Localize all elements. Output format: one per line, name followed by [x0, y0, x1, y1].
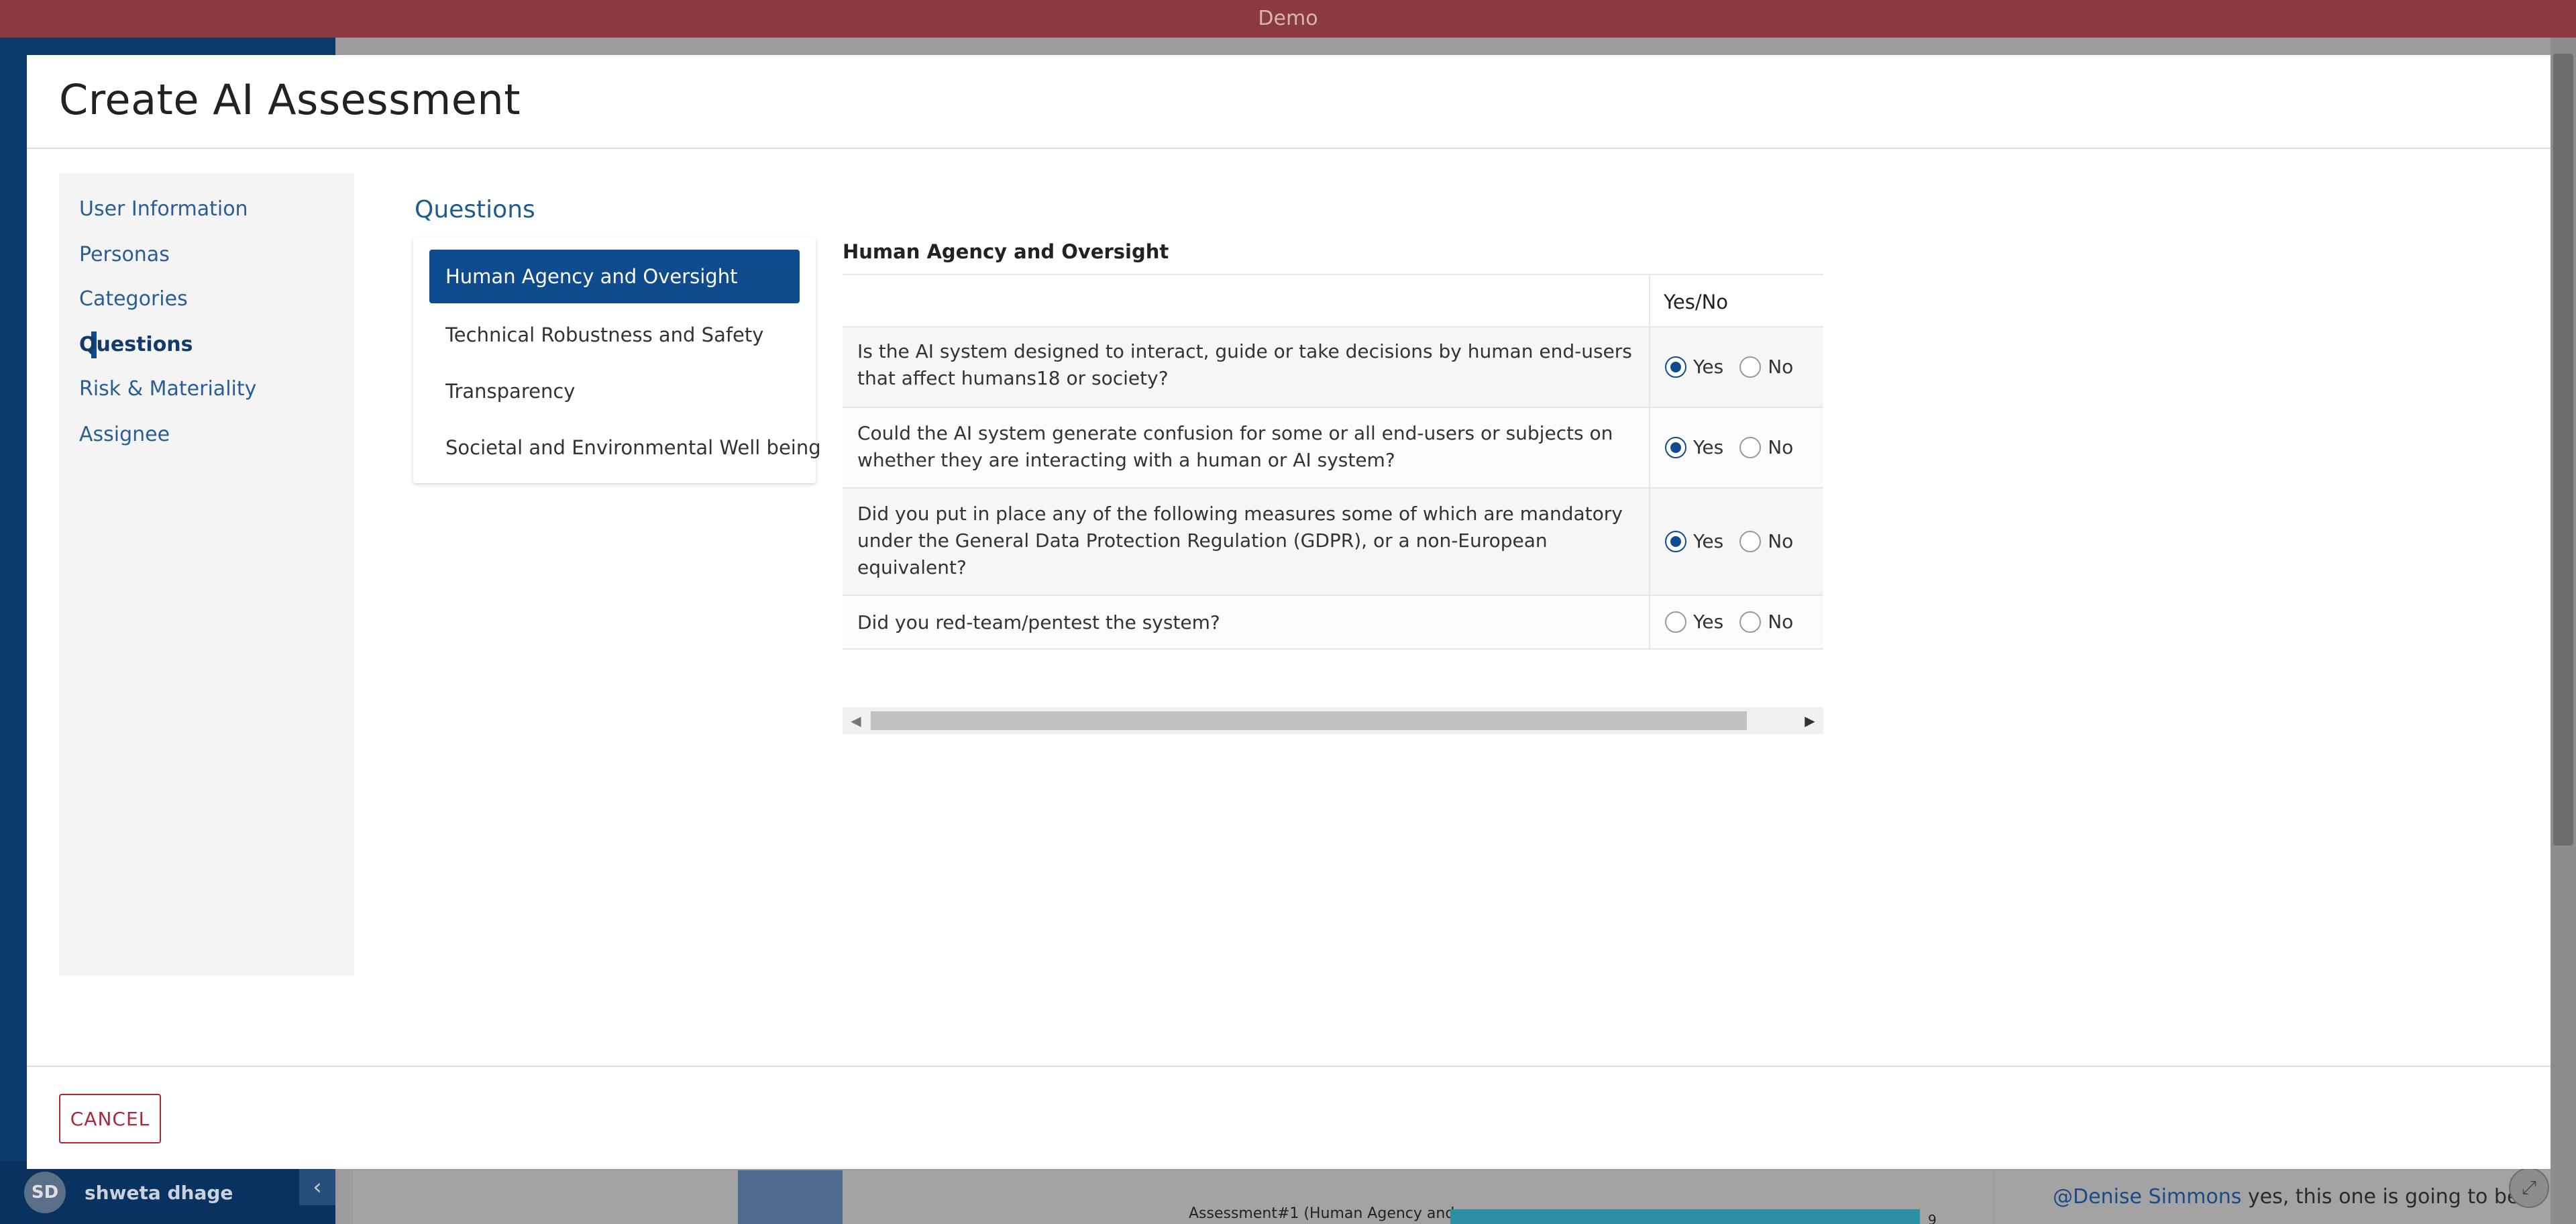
scroll-right-icon[interactable]: ▶	[1796, 707, 1823, 734]
step-categories[interactable]: Categories	[79, 287, 188, 311]
section-title: Questions	[415, 196, 535, 223]
radio-yes-label[interactable]: Yes	[1693, 611, 1723, 633]
background-comment: @Denise Simmons yes, this one is going t…	[1995, 1170, 2576, 1224]
question-text: Did you put in place any of the followin…	[857, 503, 1623, 578]
answer-radio-group: Yes No	[1665, 611, 1809, 633]
column-divider	[1649, 408, 1650, 487]
table-row: Is the AI system designed to interact, g…	[843, 327, 1823, 408]
demo-banner-label: Demo	[1258, 7, 1318, 30]
background-chart-value: 9	[1928, 1212, 1937, 1224]
answer-radio-group: Yes No	[1665, 436, 1809, 458]
radio-no[interactable]	[1739, 356, 1762, 378]
radio-no[interactable]	[1739, 611, 1762, 633]
avatar: SD	[24, 1172, 66, 1213]
column-divider	[1649, 275, 1650, 326]
radio-yes-label[interactable]: Yes	[1693, 530, 1723, 552]
category-item-transparency[interactable]: Transparency	[413, 380, 816, 403]
step-questions[interactable]: Questions	[79, 333, 193, 356]
radio-yes[interactable]	[1665, 356, 1686, 378]
background-chart-label: Assessment#1 (Human Agency and	[1189, 1205, 1455, 1222]
radio-no[interactable]	[1739, 530, 1762, 552]
column-divider	[1649, 327, 1650, 407]
table-row: Did you put in place any of the followin…	[843, 489, 1823, 596]
background-chart-bar	[738, 1170, 843, 1224]
create-assessment-modal: Create AI Assessment User Information Pe…	[27, 55, 2551, 1169]
expand-icon[interactable]: ⤢	[2509, 1168, 2549, 1208]
question-text: Is the AI system designed to interact, g…	[857, 340, 1632, 389]
comment-text: yes, this one is going to be	[2241, 1185, 2520, 1209]
radio-yes[interactable]	[1665, 611, 1686, 633]
question-text: Did you red-team/pentest the system?	[857, 611, 1220, 633]
cancel-button[interactable]: CANCEL	[59, 1094, 161, 1143]
scrollbar-thumb[interactable]	[871, 711, 1747, 730]
step-personas[interactable]: Personas	[79, 243, 170, 266]
user-profile[interactable]: SD shweta dhage	[0, 1161, 335, 1224]
modal-title: Create AI Assessment	[59, 75, 521, 124]
question-table: Yes/No Is the AI system designed to inte…	[843, 274, 1823, 651]
table-row: Did you red-team/pentest the system? Yes…	[843, 596, 1823, 650]
user-name: shweta dhage	[85, 1181, 233, 1204]
answer-radio-group: Yes No	[1665, 530, 1809, 552]
modal-header-divider	[27, 148, 2551, 149]
radio-no-label[interactable]: No	[1768, 611, 1793, 633]
column-header-yes-no: Yes/No	[1664, 291, 1729, 313]
column-divider	[1649, 596, 1650, 648]
radio-no[interactable]	[1739, 436, 1762, 458]
category-item-technical-robustness[interactable]: Technical Robustness and Safety	[413, 323, 816, 346]
background-chart-hbar	[1450, 1209, 1920, 1224]
collapse-sidebar-icon[interactable]: ‹	[299, 1169, 335, 1205]
radio-no-label[interactable]: No	[1768, 356, 1793, 378]
step-user-information[interactable]: User Information	[79, 197, 248, 221]
step-risk-materiality[interactable]: Risk & Materiality	[79, 377, 256, 401]
table-horizontal-scrollbar[interactable]: ◀ ▶	[843, 707, 1823, 734]
answer-radio-group: Yes No	[1665, 356, 1809, 378]
step-assignee[interactable]: Assignee	[79, 423, 170, 446]
radio-yes[interactable]	[1665, 530, 1686, 552]
category-item-societal-environmental[interactable]: Societal and Environmental Well being	[413, 436, 821, 459]
column-divider	[1649, 489, 1650, 595]
radio-yes-label[interactable]: Yes	[1693, 356, 1723, 378]
scroll-left-icon[interactable]: ◀	[843, 707, 869, 734]
table-header: Yes/No	[843, 274, 1823, 327]
radio-no-label[interactable]: No	[1768, 436, 1793, 458]
demo-banner: Demo	[0, 0, 2576, 38]
table-row: Could the AI system generate confusion f…	[843, 408, 1823, 489]
page-scrollbar-thumb[interactable]	[2553, 54, 2573, 846]
category-list: Human Agency and Oversight Technical Rob…	[413, 238, 821, 483]
radio-no-label[interactable]: No	[1768, 530, 1793, 552]
radio-yes[interactable]	[1665, 436, 1686, 458]
category-item-human-agency[interactable]: Human Agency and Oversight	[429, 250, 800, 303]
question-text: Could the AI system generate confusion f…	[857, 422, 1613, 471]
question-table-title: Human Agency and Oversight	[843, 240, 1169, 263]
comment-mention: @Denise Simmons	[2053, 1185, 2242, 1209]
modal-footer-divider	[27, 1066, 2551, 1067]
radio-yes-label[interactable]: Yes	[1693, 436, 1723, 458]
